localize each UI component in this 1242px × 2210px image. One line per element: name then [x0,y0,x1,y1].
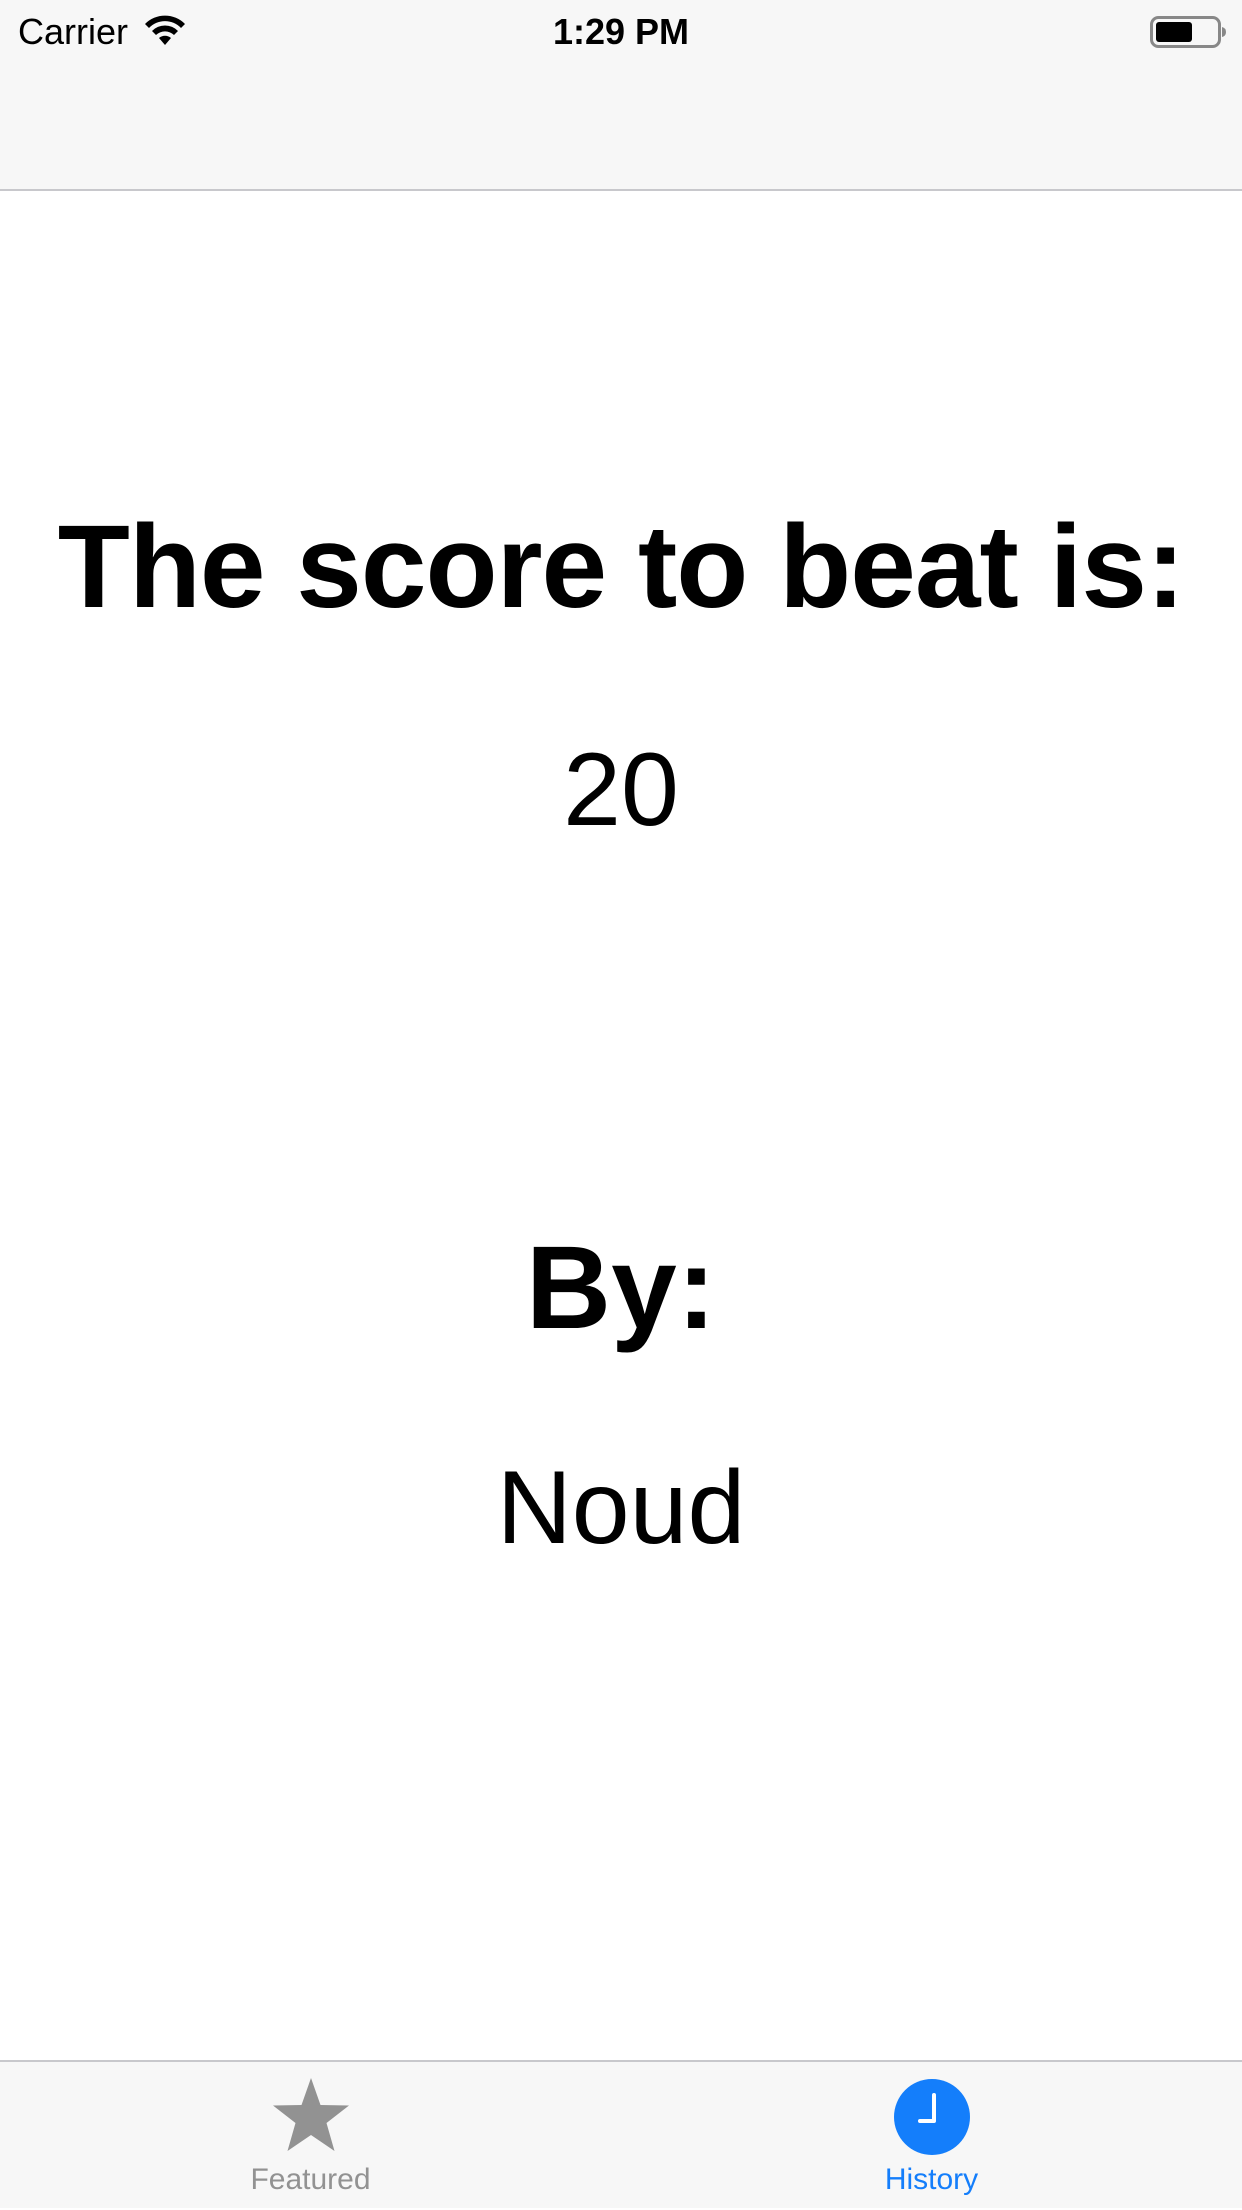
battery-icon [1150,16,1226,48]
tab-bar: Featured History [0,2060,1242,2208]
clock-icon [893,2079,970,2155]
navigation-bar: Carrier 1:29 PM [0,0,1242,191]
tab-history[interactable]: History [621,2062,1242,2210]
tab-featured-label: Featured [250,2163,371,2196]
score-value: 20 [563,732,679,848]
star-icon [272,2078,349,2151]
tab-featured[interactable]: Featured [0,2062,621,2210]
by-heading: By: [525,1222,717,1354]
status-time: 1:29 PM [552,11,690,52]
player-name: Noud [496,1450,746,1566]
tab-history-label: History [884,2163,979,2196]
score-heading: The score to beat is: [57,501,1186,633]
